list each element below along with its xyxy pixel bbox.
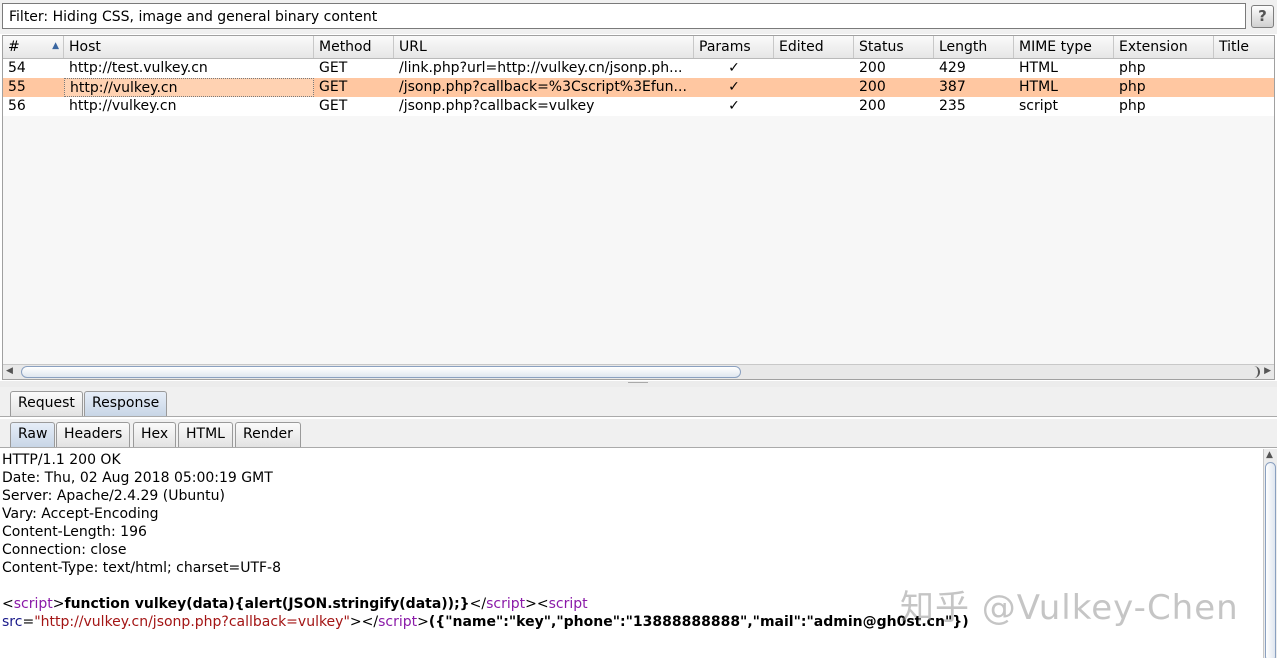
cell-mime: script bbox=[1019, 98, 1059, 114]
tab-raw[interactable]: Raw bbox=[10, 422, 56, 447]
tab-render[interactable]: Render bbox=[235, 422, 301, 447]
tab-hex[interactable]: Hex bbox=[133, 422, 177, 447]
col-header-method[interactable]: Method bbox=[314, 36, 394, 58]
code-punct: < bbox=[536, 596, 549, 612]
cell-host: http://vulkey.cn bbox=[64, 78, 314, 97]
cell-extension: php bbox=[1119, 60, 1146, 76]
watermark: 知乎 @Vulkey-Chen bbox=[900, 588, 1239, 628]
tab-response[interactable]: Response bbox=[84, 391, 168, 416]
cell-num: 56 bbox=[8, 98, 26, 114]
cell-params: ✓ bbox=[728, 60, 740, 76]
code-tag: script bbox=[378, 614, 418, 630]
cell-title bbox=[1214, 97, 1274, 116]
cell-edited bbox=[774, 97, 854, 116]
col-header-edited[interactable]: Edited bbox=[774, 36, 854, 58]
response-header-line: Vary: Accept-Encoding bbox=[2, 506, 159, 522]
response-body-line: src="http://vulkey.cn/jsonp.php?callback… bbox=[2, 613, 969, 631]
code-function: function vulkey(data){alert(JSON.stringi… bbox=[64, 596, 470, 612]
cell-url: /jsonp.php?callback=%3Cscript%3Efun... bbox=[399, 79, 687, 95]
code-punct: > bbox=[349, 614, 362, 630]
col-header-mime[interactable]: MIME type bbox=[1014, 36, 1114, 58]
filter-bar: Filter: Hiding CSS, image and general bi… bbox=[0, 0, 1277, 34]
scroll-right-icon[interactable]: ▶ bbox=[1264, 366, 1271, 376]
code-string: "http://vulkey.cn/jsonp.php?callback=vul… bbox=[34, 614, 350, 630]
scroll-left-icon[interactable]: ◀ bbox=[6, 366, 13, 376]
cell-status: 200 bbox=[859, 60, 886, 76]
cell-method: GET bbox=[319, 79, 348, 95]
scrollbar-thumb[interactable] bbox=[21, 366, 741, 378]
scroll-up-icon[interactable]: ▲ bbox=[1266, 450, 1273, 460]
sort-ascending-icon: ▲ bbox=[52, 41, 59, 51]
scrollbar-thumb[interactable] bbox=[1265, 462, 1276, 658]
table-row[interactable]: 56 http://vulkey.cn GET /jsonp.php?callb… bbox=[3, 97, 1274, 116]
code-punct: > bbox=[417, 614, 429, 630]
response-status-line: HTTP/1.1 200 OK bbox=[2, 452, 121, 468]
col-header-host[interactable]: Host bbox=[64, 36, 314, 58]
cell-title bbox=[1214, 59, 1274, 78]
cell-title bbox=[1214, 78, 1274, 97]
cell-method: GET bbox=[319, 60, 348, 76]
cell-method: GET bbox=[319, 98, 348, 114]
col-header-title[interactable]: Title bbox=[1214, 36, 1274, 58]
help-button[interactable]: ? bbox=[1251, 5, 1274, 28]
cell-mime: HTML bbox=[1019, 79, 1058, 95]
response-header-line: Date: Thu, 02 Aug 2018 05:00:19 GMT bbox=[2, 470, 273, 486]
history-table: # ▲ Host Method URL Params Edited Status … bbox=[2, 35, 1275, 380]
col-header-length[interactable]: Length bbox=[934, 36, 1014, 58]
response-header-line: Connection: close bbox=[2, 542, 127, 558]
cell-url: /link.php?url=http://vulkey.cn/jsonp.ph.… bbox=[399, 60, 683, 76]
cell-url: /jsonp.php?callback=vulkey bbox=[399, 98, 595, 114]
cell-status: 200 bbox=[859, 98, 886, 114]
response-header-line: Server: Apache/2.4.29 (Ubuntu) bbox=[2, 488, 225, 504]
code-punct: </ bbox=[361, 614, 379, 630]
code-punct: </ bbox=[469, 596, 487, 612]
code-attr: src bbox=[2, 614, 23, 630]
cell-params: ✓ bbox=[728, 79, 740, 95]
col-header-status[interactable]: Status bbox=[854, 36, 934, 58]
table-row-selected[interactable]: 55 http://vulkey.cn GET /jsonp.php?callb… bbox=[3, 78, 1274, 97]
code-json: ({"name":"key","phone":"13888888888","ma… bbox=[428, 614, 969, 630]
code-tag: script bbox=[13, 596, 53, 612]
code-punct: = bbox=[22, 614, 35, 630]
code-punct: > bbox=[525, 596, 537, 612]
tab-headers[interactable]: Headers bbox=[56, 422, 131, 447]
tab-request[interactable]: Request bbox=[10, 391, 83, 416]
cell-length: 235 bbox=[939, 98, 966, 114]
code-tag: script bbox=[486, 596, 526, 612]
cell-status: 200 bbox=[859, 79, 886, 95]
code-tag: script bbox=[548, 596, 588, 612]
scrollbar-track-end bbox=[1254, 366, 1260, 378]
col-header-params[interactable]: Params bbox=[694, 36, 774, 58]
table-row[interactable]: 54 http://test.vulkey.cn GET /link.php?u… bbox=[3, 59, 1274, 78]
filter-field[interactable]: Filter: Hiding CSS, image and general bi… bbox=[2, 3, 1246, 29]
code-punct: > bbox=[52, 596, 65, 612]
cell-mime: HTML bbox=[1019, 60, 1058, 76]
vertical-scrollbar[interactable]: ▲ bbox=[1263, 449, 1277, 658]
response-header-line: Content-Length: 196 bbox=[2, 524, 147, 540]
message-tabs: Request Response bbox=[0, 387, 1277, 417]
col-header-extension[interactable]: Extension bbox=[1114, 36, 1214, 58]
tab-html[interactable]: HTML bbox=[178, 422, 233, 447]
cell-extension: php bbox=[1119, 79, 1146, 95]
col-header-num[interactable]: # ▲ bbox=[3, 36, 64, 58]
cell-host: http://vulkey.cn bbox=[69, 98, 177, 114]
splitter-grip-icon bbox=[628, 382, 648, 384]
horizontal-scrollbar[interactable]: ◀ ▶ bbox=[3, 364, 1274, 379]
cell-host: http://test.vulkey.cn bbox=[69, 60, 208, 76]
cell-length: 387 bbox=[939, 79, 966, 95]
cell-length: 429 bbox=[939, 60, 966, 76]
cell-num: 54 bbox=[8, 60, 26, 76]
cell-edited bbox=[774, 59, 854, 78]
table-header: # ▲ Host Method URL Params Edited Status … bbox=[3, 36, 1274, 59]
code-punct: < bbox=[2, 596, 14, 612]
cell-params: ✓ bbox=[728, 98, 740, 114]
view-tabs: Raw Headers Hex HTML Render bbox=[0, 419, 1277, 448]
cell-edited bbox=[774, 78, 854, 97]
response-header-line: Content-Type: text/html; charset=UTF-8 bbox=[2, 560, 282, 576]
response-body-line: <script>function vulkey(data){alert(JSON… bbox=[2, 595, 588, 613]
col-header-url[interactable]: URL bbox=[394, 36, 694, 58]
cell-num: 55 bbox=[8, 79, 26, 95]
cell-extension: php bbox=[1119, 98, 1146, 114]
